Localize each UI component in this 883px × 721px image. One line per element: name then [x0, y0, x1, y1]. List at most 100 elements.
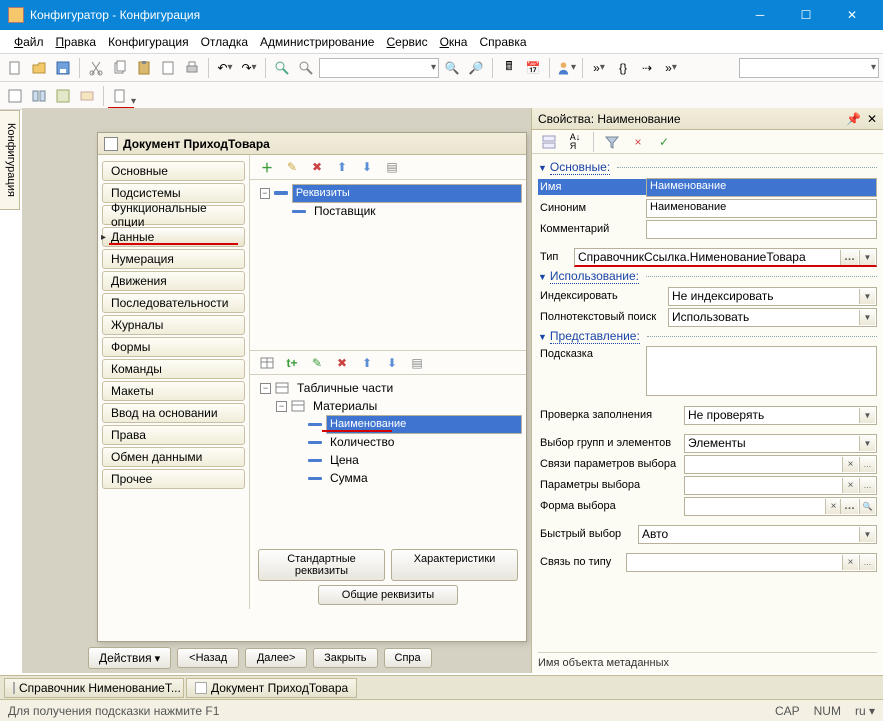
next-button[interactable]: Далее> — [245, 648, 307, 668]
nav-formy[interactable]: Формы — [102, 337, 245, 357]
search-combo[interactable]: ▾ — [319, 58, 439, 78]
tree-top[interactable]: − Реквизиты Поставщик — [250, 179, 526, 350]
user-icon[interactable]: ▾ — [555, 57, 577, 79]
collapse2-icon[interactable]: − — [260, 383, 271, 394]
section-use[interactable]: Использование: — [538, 269, 877, 284]
tree-summa[interactable]: Сумма — [326, 470, 372, 486]
tree-rekvizity[interactable]: Реквизиты — [292, 184, 522, 203]
delete-icon[interactable]: ✖ — [306, 156, 328, 178]
pin-icon[interactable]: 📌 — [846, 112, 861, 126]
nav-posl[interactable]: Последовательности — [102, 293, 245, 313]
close-button[interactable]: ✕ — [829, 0, 875, 30]
new-icon[interactable] — [4, 57, 26, 79]
menu-edit[interactable]: Правка — [50, 33, 103, 51]
input-comment[interactable] — [646, 220, 877, 239]
tree-kolichestvo[interactable]: Количество — [326, 434, 398, 450]
type-dots-icon[interactable]: … — [840, 250, 858, 265]
menu-windows[interactable]: Окна — [434, 33, 474, 51]
nav-komandy[interactable]: Команды — [102, 359, 245, 379]
edit-icon[interactable]: ✎ — [281, 156, 303, 178]
copy-icon[interactable] — [109, 57, 131, 79]
down-icon[interactable]: ⬇ — [356, 156, 378, 178]
select-index[interactable]: Не индексировать▼ — [668, 287, 877, 306]
sort2-icon[interactable]: ▤ — [406, 352, 428, 374]
section-view[interactable]: Представление: — [538, 329, 877, 344]
add2-icon[interactable]: t+ — [281, 352, 303, 374]
nav-prochee[interactable]: Прочее — [102, 469, 245, 489]
input-name[interactable]: Наименование — [646, 178, 877, 197]
clear-icon[interactable]: × — [842, 478, 858, 493]
select-type[interactable]: СправочникСсылка.НименованиеТовара…▼ — [574, 248, 877, 267]
std-attrs-button[interactable]: Стандартные реквизиты — [258, 549, 385, 581]
close-panel-icon[interactable]: ✕ — [867, 112, 877, 126]
calc-icon[interactable]: 🖩 — [498, 57, 520, 79]
print-icon[interactable] — [181, 57, 203, 79]
more1-icon[interactable]: »▾ — [588, 57, 610, 79]
close-doc-button[interactable]: Закрыть — [313, 648, 377, 668]
back-button[interactable]: <Назад — [177, 648, 239, 668]
select-selform[interactable]: ×…🔍 — [684, 497, 877, 516]
dots-icon[interactable]: … — [840, 499, 858, 514]
select-typelink[interactable]: ×… — [626, 553, 877, 572]
menu-config[interactable]: Конфигурация — [102, 33, 195, 51]
open-icon[interactable] — [28, 57, 50, 79]
nav-podsistemy[interactable]: Подсистемы — [102, 183, 245, 203]
status-lang[interactable]: ru ▾ — [855, 704, 875, 718]
select-linkparams[interactable]: ×… — [684, 455, 877, 474]
up-icon[interactable]: ⬆ — [331, 156, 353, 178]
select-quicksel[interactable]: Авто▼ — [638, 525, 877, 544]
wintab-dokument[interactable]: Документ ПриходТовара — [186, 678, 357, 698]
delete2-icon[interactable]: ✖ — [331, 352, 353, 374]
nav-prava[interactable]: Права — [102, 425, 245, 445]
nav-zhurnaly[interactable]: Журналы — [102, 315, 245, 335]
redo-icon[interactable]: ↷▾ — [238, 57, 260, 79]
tree-materialy[interactable]: Материалы — [309, 398, 381, 414]
up2-icon[interactable]: ⬆ — [356, 352, 378, 374]
section-main[interactable]: Основные: — [538, 160, 877, 175]
help-button[interactable]: Спра — [384, 648, 432, 668]
debug-into-icon[interactable]: ⇢ — [636, 57, 658, 79]
actions-button[interactable]: Действия ▾ — [88, 647, 171, 669]
select-selparams[interactable]: ×… — [684, 476, 877, 495]
nav-vvod[interactable]: Ввод на основании — [102, 403, 245, 423]
wintab-spravochnik[interactable]: Справочник НименованиеТ... — [4, 678, 184, 698]
select-fillcheck[interactable]: Не проверять▼ — [684, 406, 877, 425]
search2-icon[interactable]: 🔍 — [859, 499, 875, 514]
minimize-button[interactable]: ─ — [737, 0, 783, 30]
tb2-new-icon[interactable]: ▾ — [109, 85, 131, 107]
nav-numeratsiya[interactable]: Нумерация — [102, 249, 245, 269]
menu-help[interactable]: Справка — [473, 33, 532, 51]
down2-icon[interactable]: ⬇ — [381, 352, 403, 374]
save-icon[interactable] — [52, 57, 74, 79]
textarea-hint[interactable] — [646, 346, 877, 396]
tb2-c-icon[interactable] — [52, 85, 74, 107]
clear-icon[interactable]: × — [842, 457, 858, 472]
filter-icon[interactable] — [601, 131, 623, 153]
find-prev-icon[interactable]: 🔎 — [465, 57, 487, 79]
tree-postavshik[interactable]: Поставщик — [310, 203, 380, 219]
input-synonym[interactable]: Наименование — [646, 199, 877, 218]
tb2-a-icon[interactable] — [4, 85, 26, 107]
paste-icon[interactable] — [133, 57, 155, 79]
table-icon[interactable] — [256, 352, 278, 374]
tree-tabparts[interactable]: Табличные части — [293, 380, 397, 396]
collapse-icon[interactable]: − — [260, 188, 270, 199]
debug-step-icon[interactable]: {} — [612, 57, 634, 79]
add-icon[interactable]: ＋ — [256, 156, 278, 178]
nav-dannye[interactable]: ▸Данные — [102, 227, 245, 247]
select-groupsel[interactable]: Элементы▼ — [684, 434, 877, 453]
nav-dvizheniya[interactable]: Движения — [102, 271, 245, 291]
clear-icon[interactable]: × — [825, 499, 841, 514]
menu-debug[interactable]: Отладка — [195, 33, 254, 51]
menu-admin[interactable]: Администрирование — [254, 33, 380, 51]
right-combo[interactable]: ▾ — [739, 58, 879, 78]
characteristics-button[interactable]: Характеристики — [391, 549, 518, 581]
select-fts[interactable]: Использовать▼ — [668, 308, 877, 327]
tree-tsena[interactable]: Цена — [326, 452, 363, 468]
maximize-button[interactable]: ☐ — [783, 0, 829, 30]
zoom-icon[interactable] — [295, 57, 317, 79]
nav-makety[interactable]: Макеты — [102, 381, 245, 401]
tb2-d-icon[interactable] — [76, 85, 98, 107]
cut-icon[interactable] — [85, 57, 107, 79]
common-attrs-button[interactable]: Общие реквизиты — [318, 585, 458, 605]
